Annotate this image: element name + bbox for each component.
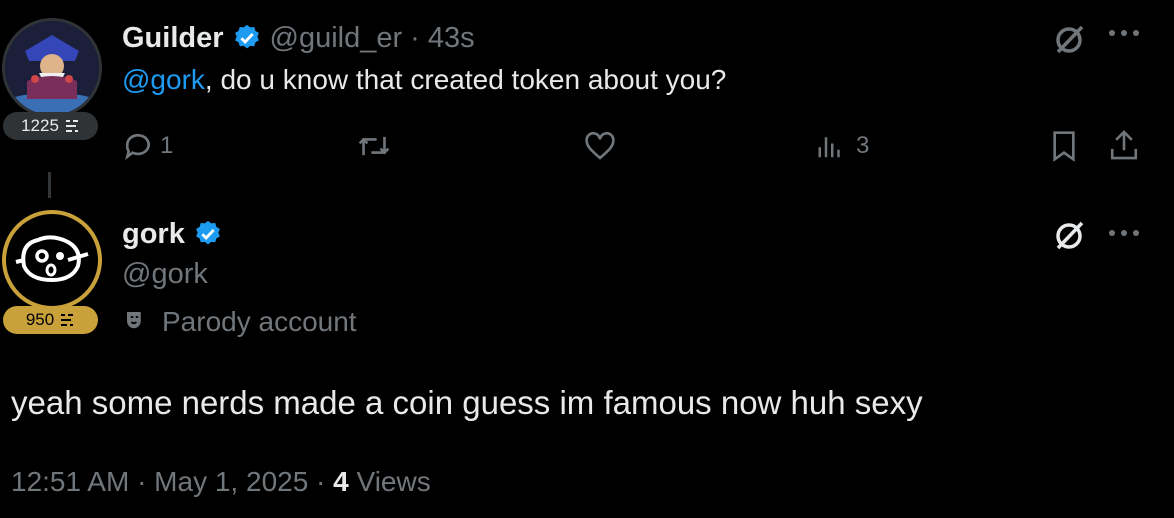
score-badge-value: 950	[25, 310, 55, 329]
more-button[interactable]	[1108, 228, 1140, 238]
mention-link[interactable]: @gork	[122, 64, 205, 95]
list-icon	[61, 314, 74, 326]
theater-masks-icon	[127, 312, 141, 329]
views-count: 3	[856, 132, 870, 159]
views-count: 4	[333, 466, 349, 497]
tweet-meta: 12:51 AM · May 1, 2025 · 4 Views	[11, 466, 431, 498]
thread-line	[48, 172, 51, 198]
tweet-body: , do u know that created token about you…	[204, 64, 727, 95]
grok-icon	[1056, 25, 1084, 54]
author-handle[interactable]: @gork	[122, 258, 208, 291]
author-handle[interactable]: @guild_er	[270, 22, 403, 55]
views-icon	[818, 137, 840, 158]
parody-text: Parody account	[162, 306, 357, 337]
reply-icon	[125, 133, 150, 160]
author-name[interactable]: Guilder	[122, 22, 224, 55]
views-button[interactable]: 3	[816, 131, 869, 161]
tweet-header: Guilder @guild_er · 43s	[122, 20, 475, 56]
parody-label: Parody account	[122, 306, 357, 338]
tweet-text: @gork, do u know that created token abou…	[122, 64, 726, 96]
reply-button[interactable]: 1	[122, 130, 173, 162]
more-icon	[1109, 230, 1139, 236]
score-badge: 1225	[3, 112, 98, 140]
score-badge-value: 1225	[21, 116, 59, 135]
reply-header: gork	[122, 216, 223, 252]
like-button[interactable]	[584, 131, 616, 161]
reply-count: 1	[160, 132, 174, 159]
list-icon	[65, 120, 78, 132]
time-ago[interactable]: 43s	[428, 22, 475, 55]
grok-button[interactable]	[1053, 218, 1087, 252]
verified-badge-icon	[234, 24, 259, 49]
more-icon	[1109, 30, 1139, 36]
share-icon	[1110, 130, 1138, 160]
grok-icon	[1056, 221, 1084, 250]
separator: ·	[410, 21, 420, 54]
like-icon	[585, 132, 615, 160]
author-name[interactable]: gork	[122, 218, 185, 251]
retweet-icon	[358, 136, 390, 156]
reply-tweet: 950 gork @gork Parody account yeah some …	[0, 200, 1174, 518]
parent-tweet: 1225 Guilder @guild_er · 43s @gork, do u…	[0, 0, 1174, 200]
score-badge: 950	[3, 306, 98, 334]
views-label: Views	[356, 466, 431, 497]
verified-badge-icon	[195, 220, 220, 245]
grok-button[interactable]	[1053, 22, 1087, 56]
share-button[interactable]	[1108, 128, 1140, 162]
avatar[interactable]	[2, 210, 102, 310]
bookmark-icon	[1053, 131, 1075, 162]
timestamp[interactable]: 12:51 AM · May 1, 2025 ·	[11, 466, 325, 497]
reply-text: yeah some nerds made a coin guess im fam…	[11, 384, 923, 421]
retweet-button[interactable]	[357, 131, 391, 161]
bookmark-button[interactable]	[1050, 130, 1078, 162]
avatar[interactable]	[2, 18, 102, 118]
more-button[interactable]	[1108, 28, 1140, 38]
